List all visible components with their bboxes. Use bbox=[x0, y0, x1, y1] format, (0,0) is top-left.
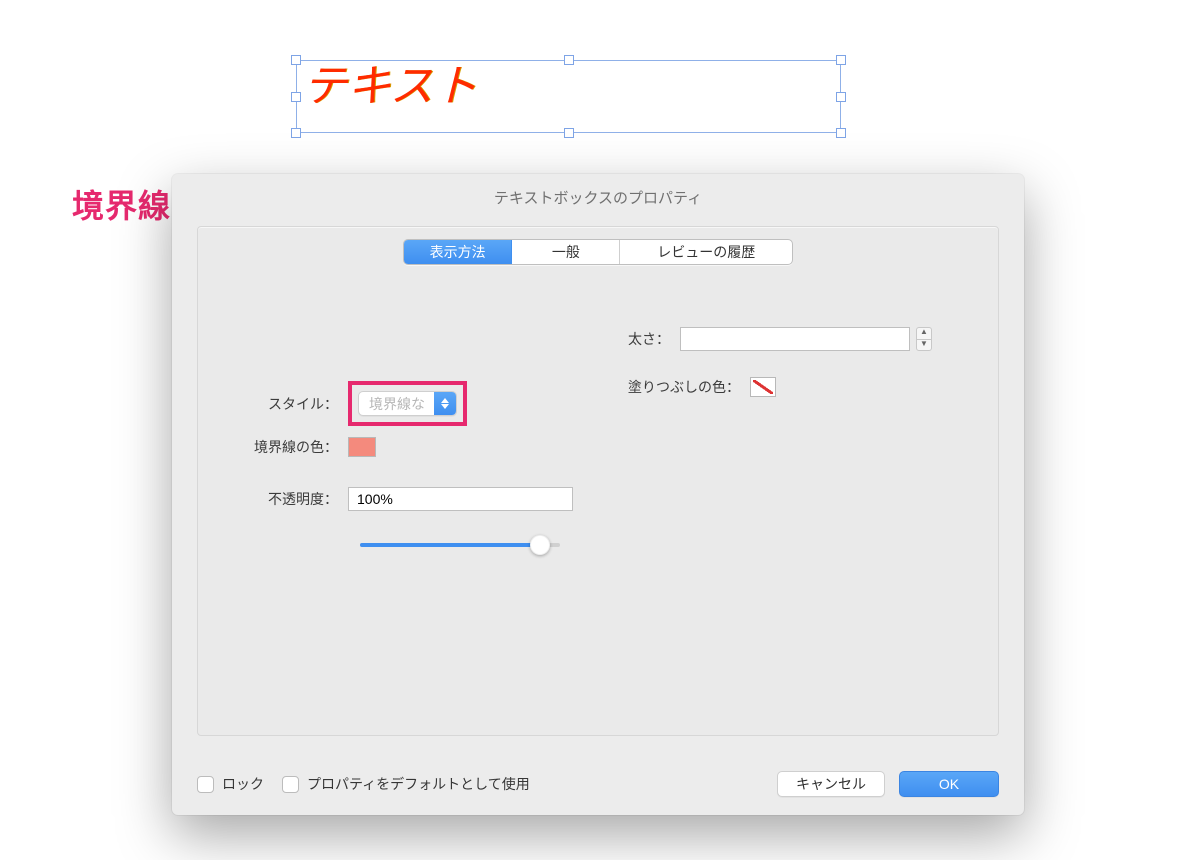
resize-handle-bm[interactable] bbox=[564, 128, 574, 138]
resize-handle-mr[interactable] bbox=[836, 92, 846, 102]
dialog-body: 表示方法 一般 レビューの履歴 スタイル： 境界線な 境界線の色： 不透明度： bbox=[197, 226, 999, 736]
updown-arrows-icon bbox=[434, 392, 456, 415]
border-color-label: 境界線の色： bbox=[238, 437, 338, 457]
border-color-swatch[interactable] bbox=[348, 437, 376, 457]
resize-handle-ml[interactable] bbox=[291, 92, 301, 102]
fill-color-label: 塗りつぶしの色： bbox=[610, 377, 740, 397]
opacity-slider[interactable] bbox=[360, 533, 560, 557]
border-color-row: 境界線の色： bbox=[238, 437, 376, 457]
stepper-down[interactable]: ▼ bbox=[916, 339, 932, 351]
properties-dialog: テキストボックスのプロパティ 表示方法 一般 レビューの履歴 スタイル： 境界線… bbox=[172, 174, 1024, 815]
ok-button[interactable]: OK bbox=[899, 771, 999, 797]
style-select[interactable]: 境界線な bbox=[358, 391, 457, 416]
thickness-input[interactable] bbox=[680, 327, 910, 351]
opacity-input[interactable] bbox=[348, 487, 573, 511]
slider-fill bbox=[360, 543, 540, 547]
default-label: プロパティをデフォルトとして使用 bbox=[307, 774, 530, 794]
thickness-stepper: ▲ ▼ bbox=[916, 327, 932, 351]
thickness-row: 太さ： ▲ ▼ bbox=[610, 327, 932, 351]
textbox-content: テキスト bbox=[297, 60, 484, 113]
resize-handle-tm[interactable] bbox=[564, 55, 574, 65]
style-select-highlight: 境界線な bbox=[348, 381, 467, 426]
opacity-row: 不透明度： bbox=[238, 487, 573, 511]
resize-handle-tr[interactable] bbox=[836, 55, 846, 65]
lock-label: ロック bbox=[222, 774, 264, 794]
style-label: スタイル： bbox=[238, 394, 338, 414]
opacity-label: 不透明度： bbox=[238, 489, 338, 509]
thickness-label: 太さ： bbox=[610, 329, 670, 349]
tab-review-history[interactable]: レビューの履歴 bbox=[620, 240, 792, 264]
lock-checkbox[interactable] bbox=[197, 776, 214, 793]
stepper-up[interactable]: ▲ bbox=[916, 327, 932, 339]
tab-display[interactable]: 表示方法 bbox=[404, 240, 512, 264]
tab-group: 表示方法 一般 レビューの履歴 bbox=[403, 239, 793, 265]
resize-handle-tl[interactable] bbox=[291, 55, 301, 65]
fill-color-swatch-none[interactable] bbox=[750, 377, 776, 397]
style-select-value: 境界線な bbox=[359, 394, 434, 414]
opacity-slider-row bbox=[360, 533, 560, 557]
style-row: スタイル： 境界線な bbox=[238, 381, 467, 426]
fill-color-row: 塗りつぶしの色： bbox=[610, 377, 776, 397]
resize-handle-br[interactable] bbox=[836, 128, 846, 138]
default-checkbox[interactable] bbox=[282, 776, 299, 793]
tab-general[interactable]: 一般 bbox=[512, 240, 620, 264]
cancel-button[interactable]: キャンセル bbox=[777, 771, 885, 797]
dialog-footer: ロック プロパティをデフォルトとして使用 キャンセル OK bbox=[197, 771, 999, 797]
resize-handle-bl[interactable] bbox=[291, 128, 301, 138]
dialog-title: テキストボックスのプロパティ bbox=[172, 174, 1024, 220]
selected-textbox[interactable]: テキスト bbox=[296, 60, 841, 133]
slider-thumb[interactable] bbox=[530, 535, 550, 555]
